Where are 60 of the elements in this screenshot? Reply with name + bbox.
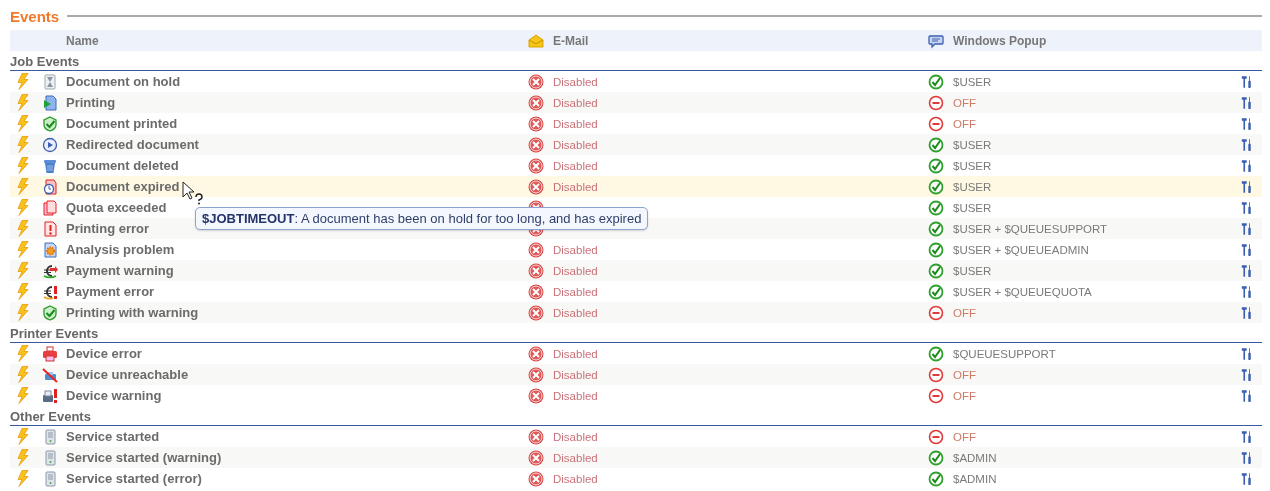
popup-recipient: $ADMIN (952, 451, 997, 464)
email-status: Disabled (552, 389, 598, 402)
email-status: Disabled (552, 96, 598, 109)
event-name: Analysis problem (65, 242, 175, 257)
email-status: Disabled (552, 243, 598, 256)
email-status: Disabled (552, 180, 598, 193)
popup-recipient: OFF (952, 389, 976, 402)
popup-recipient: $USER (952, 201, 992, 214)
popup-recipient: $USER (952, 180, 992, 193)
popup-recipient: $USER + $QUEUEQUOTA (952, 285, 1092, 298)
popup-recipient: $USER (952, 159, 992, 172)
email-status: Disabled (552, 451, 598, 464)
email-status: Disabled (552, 368, 598, 381)
event-name: Quota exceeded (65, 200, 167, 215)
popup-recipient: OFF (952, 430, 976, 443)
event-name: Printing (65, 95, 116, 110)
email-status: Disabled (552, 472, 598, 485)
email-status: Disabled (552, 264, 598, 277)
email-status: Disabled (552, 430, 598, 443)
email-status: Disabled (552, 138, 598, 151)
email-status: Disabled (552, 117, 598, 130)
event-name: Payment warning (65, 263, 174, 278)
popup-recipient: OFF (952, 306, 976, 319)
event-name: Device error (65, 346, 142, 361)
email-status: Disabled (552, 75, 598, 88)
column-header: Name (65, 33, 99, 48)
popup-recipient: OFF (952, 117, 976, 130)
email-status: Disabled (552, 285, 598, 298)
group-heading: Printer Events (10, 326, 99, 341)
group-heading: Job Events (10, 54, 80, 69)
tooltip: $JOBTIMEOUT: A document has been on hold for too long, and has expired (195, 207, 649, 230)
popup-recipient: $USER (952, 264, 992, 277)
popup-recipient: $QUEUESUPPORT (952, 347, 1056, 360)
event-name: Document printed (65, 116, 178, 131)
event-name: Device unreachable (65, 367, 189, 382)
popup-recipient: $USER + $QUEUESUPPORT (952, 222, 1108, 235)
event-name: Document on hold (65, 74, 181, 89)
email-status: Disabled (552, 347, 598, 360)
event-name: Service started (warning) (65, 450, 222, 465)
email-status: Disabled (552, 159, 598, 172)
event-name: Printing error (65, 221, 150, 236)
event-name: Device warning (65, 388, 162, 403)
event-name: Service started (65, 429, 160, 444)
popup-recipient: $ADMIN (952, 472, 997, 485)
email-status: Disabled (552, 306, 598, 319)
popup-recipient: OFF (952, 368, 976, 381)
column-header: Windows Popup (952, 33, 1047, 48)
popup-recipient: OFF (952, 96, 976, 109)
popup-recipient: $USER (952, 75, 992, 88)
event-name: Document expired (65, 179, 180, 194)
event-name: Redirected document (65, 137, 199, 152)
popup-recipient: $USER (952, 138, 992, 151)
event-name: Printing with warning (65, 305, 199, 320)
popup-recipient: $USER + $QUEUEADMIN (952, 243, 1089, 256)
event-name: Service started (error) (65, 471, 202, 486)
event-name: Document deleted (65, 158, 179, 173)
column-header: E-Mail (552, 33, 589, 48)
event-name: Payment error (65, 284, 155, 299)
group-heading: Other Events (10, 409, 91, 424)
section-title: Events (10, 7, 60, 25)
